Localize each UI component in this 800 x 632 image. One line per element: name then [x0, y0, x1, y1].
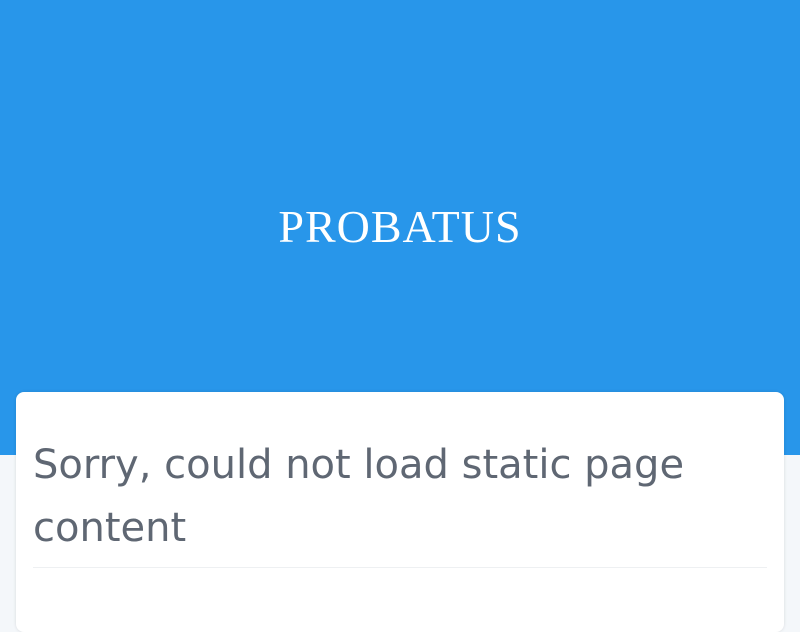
- header-banner: PROBATUS: [0, 0, 800, 455]
- error-message: Sorry, could not load static page conten…: [33, 442, 685, 551]
- divider: [33, 567, 767, 568]
- content-card: Sorry, could not load static page conten…: [16, 392, 784, 632]
- brand-logo: PROBATUS: [278, 201, 522, 252]
